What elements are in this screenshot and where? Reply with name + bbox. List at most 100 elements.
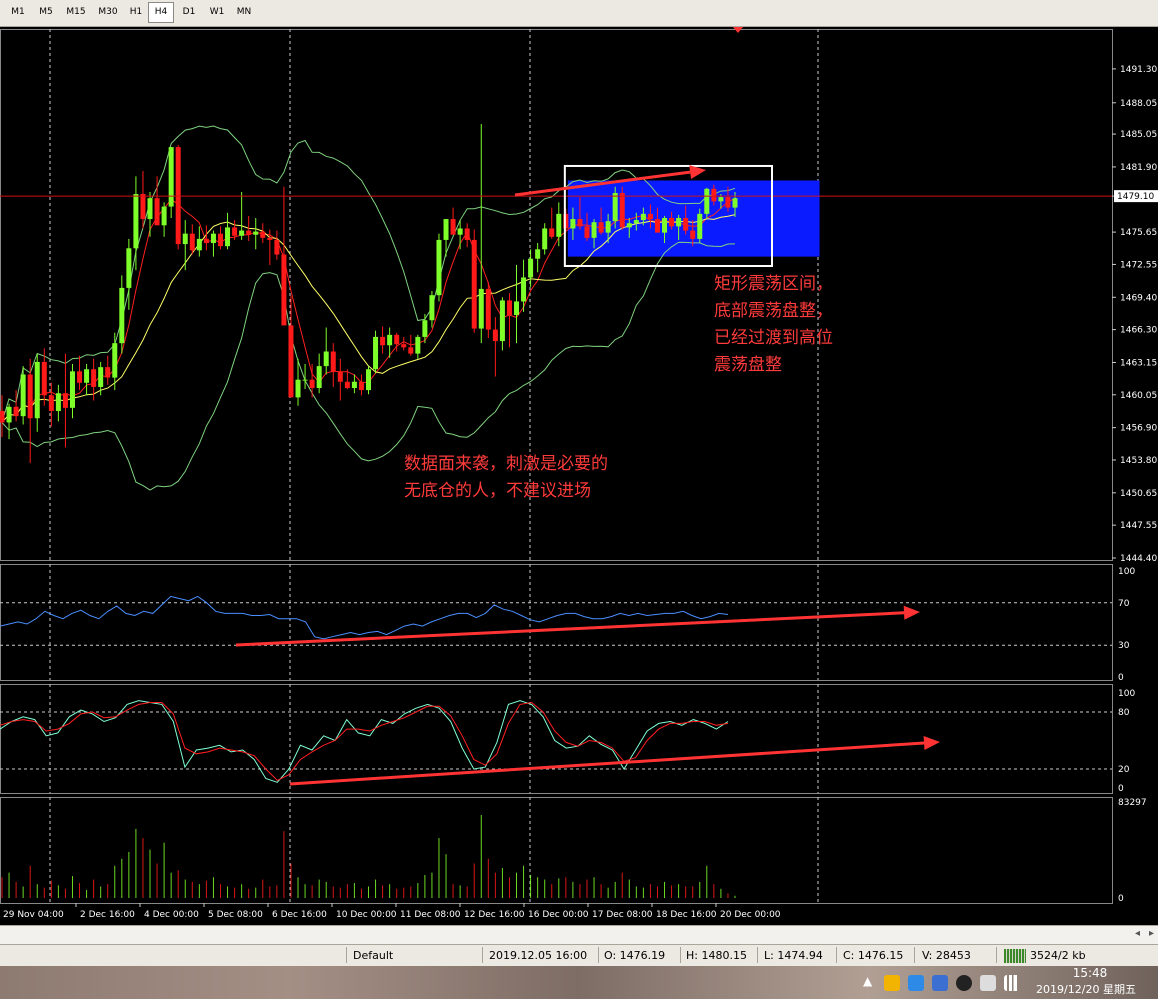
candle-body xyxy=(535,249,541,259)
timeframe-m5[interactable]: M5 xyxy=(32,3,60,22)
time-axis-label: 20 Dec 00:00 xyxy=(720,910,781,920)
timeframe-m1[interactable]: M1 xyxy=(4,3,32,22)
candle-body xyxy=(429,295,435,321)
candle-body xyxy=(358,381,364,391)
timeframe-h4[interactable]: H4 xyxy=(148,2,174,23)
stochastic-axis-label: 0 xyxy=(1118,784,1124,794)
panel-frame-rsi xyxy=(0,564,1113,681)
show-hidden-icons[interactable]: ▲ xyxy=(863,974,872,988)
candlestick xyxy=(514,264,520,344)
candlestick xyxy=(478,124,484,344)
candle-body xyxy=(366,369,371,391)
candlestick xyxy=(62,353,68,448)
candle-body xyxy=(676,218,682,227)
candle-body xyxy=(55,393,61,411)
candle-body xyxy=(105,367,111,378)
price-axis-label: 1447.55 xyxy=(1120,521,1157,531)
candle-body xyxy=(84,369,90,383)
candle-body xyxy=(91,369,97,387)
time-axis-label: 4 Dec 00:00 xyxy=(144,910,199,920)
current-price-label: 1479.10 xyxy=(1117,192,1154,202)
candle-body xyxy=(647,213,653,220)
candlestick xyxy=(105,355,111,385)
clock-time[interactable]: 15:48 xyxy=(1060,966,1120,981)
candlestick xyxy=(358,374,364,396)
trend-arrow-rsi xyxy=(235,605,920,647)
candlestick xyxy=(316,353,322,394)
bar-volume: V: 28453 xyxy=(922,949,971,962)
candlestick xyxy=(450,207,456,235)
price-axis-label: 1450.65 xyxy=(1120,489,1157,499)
candle-body xyxy=(514,301,520,316)
price-axis-label: 1491.30 xyxy=(1120,65,1157,75)
candle-body xyxy=(203,238,209,244)
qq-icon[interactable] xyxy=(956,975,972,991)
candle-body xyxy=(380,336,386,346)
timeframe-d1[interactable]: D1 xyxy=(176,3,202,22)
candle-body xyxy=(337,371,343,382)
scroll-right-icon[interactable]: ▸ xyxy=(1149,928,1154,939)
candle-body xyxy=(633,220,639,224)
candlestick xyxy=(161,202,167,237)
time-axis-label: 17 Dec 08:00 xyxy=(592,910,653,920)
candlestick xyxy=(337,358,343,401)
candlestick xyxy=(210,230,216,257)
candlestick xyxy=(542,223,548,255)
timeframe-w1[interactable]: W1 xyxy=(204,3,230,22)
range-annotation: 矩形震荡区间， 底部震荡盘整， 已经过渡到高位 震荡盘整 xyxy=(714,271,833,379)
timeframe-m30[interactable]: M30 xyxy=(92,3,124,22)
candlestick xyxy=(373,330,379,374)
candle-body xyxy=(640,213,646,221)
candlestick xyxy=(506,293,512,348)
candle-body xyxy=(471,239,477,329)
timeframe-mn[interactable]: MN xyxy=(230,3,258,22)
price-axis-label: 1481.90 xyxy=(1120,163,1157,173)
candlestick xyxy=(189,224,195,255)
candle-body xyxy=(464,228,470,240)
price-axis-label: 1456.90 xyxy=(1120,424,1157,434)
candle-body xyxy=(506,300,512,316)
signal-icon[interactable] xyxy=(1004,975,1020,991)
bar-close: C: 1476.15 xyxy=(843,949,904,962)
chart-window[interactable]: 1491.30 1488.05 1485.05 1481.90 1475.65 1472.… xyxy=(0,27,1158,925)
candle-body xyxy=(662,218,668,233)
candlestick xyxy=(401,336,407,351)
shield-icon[interactable] xyxy=(908,975,924,991)
volume-muted-icon[interactable] xyxy=(980,975,996,991)
candlestick xyxy=(429,291,435,328)
candle-body xyxy=(718,197,724,202)
candle-body xyxy=(605,221,611,233)
candle-body xyxy=(140,194,146,220)
timeframe-h1[interactable]: H1 xyxy=(124,3,148,22)
scroll-left-icon[interactable]: ◂ xyxy=(1135,928,1140,939)
price-axis-label: 1463.15 xyxy=(1120,358,1157,368)
candle-body xyxy=(408,347,414,354)
candle-body xyxy=(182,233,188,245)
time-axis-label: 10 Dec 00:00 xyxy=(336,910,397,920)
candlestick xyxy=(408,334,414,356)
candlestick xyxy=(77,355,83,391)
candle-body xyxy=(626,223,632,228)
windows-taskbar: ▲ 15:48 2019/12/20 星期五 xyxy=(0,966,1158,999)
horizontal-scrollbar[interactable]: ◂ ▸ xyxy=(0,925,1158,945)
candle-body xyxy=(34,361,40,419)
candlestick xyxy=(619,186,625,230)
price-axis-label: 1475.65 xyxy=(1120,228,1157,238)
candlestick xyxy=(182,220,188,271)
candle-body xyxy=(351,381,357,389)
candle-body xyxy=(309,379,315,389)
candle-body xyxy=(394,334,400,345)
trend-arrow-rsi-head xyxy=(903,605,920,620)
clock-date[interactable]: 2019/12/20 星期五 xyxy=(1028,982,1144,997)
network-drive-icon[interactable] xyxy=(932,975,948,991)
candlestick xyxy=(196,226,202,257)
candle-body xyxy=(161,206,167,226)
candle-body xyxy=(189,233,195,251)
media-player-icon[interactable] xyxy=(884,975,900,991)
candle-body xyxy=(48,395,54,411)
candle-body xyxy=(485,288,491,330)
candlestick xyxy=(84,364,90,396)
candle-body xyxy=(260,231,266,238)
timeframe-m15[interactable]: M15 xyxy=(60,3,92,22)
volume-axis-label: 0 xyxy=(1118,894,1124,904)
